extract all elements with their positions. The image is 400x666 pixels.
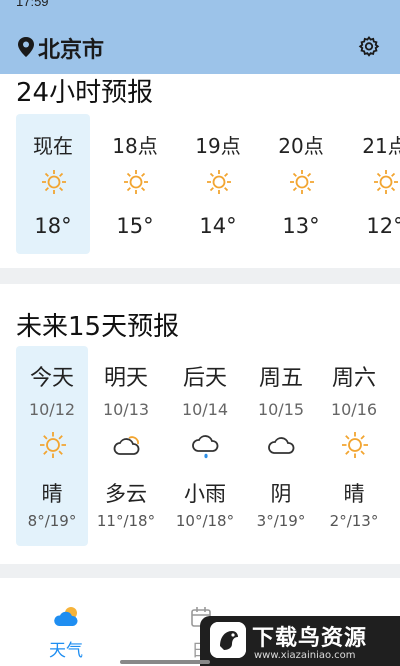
daily-forecast-strip[interactable]: 今天 10/12 晴 8°/19° 明天 10/13 多云 11°/18° 后天…: [0, 346, 400, 550]
day-name: 今天: [29, 366, 74, 391]
day-name: 周五: [258, 366, 303, 391]
daily-title: 未来15天预报: [16, 312, 180, 342]
tab-label: 天气: [49, 641, 83, 661]
sun-icon: [207, 170, 231, 194]
day-condition: 阴: [270, 482, 292, 506]
day-temp-range: 2°/13°: [329, 512, 379, 530]
hourly-item: 19点 14°: [181, 114, 255, 254]
cloud-icon: [268, 437, 295, 454]
hour-label: 19点: [195, 134, 241, 158]
home-indicator: [120, 660, 210, 664]
watermark-title: 下载鸟资源: [252, 626, 368, 651]
hour-label: 现在: [33, 134, 73, 158]
sun-icon: [124, 170, 148, 194]
hour-label: 20点: [278, 134, 324, 158]
sun-icon: [290, 170, 314, 194]
day-condition: 多云: [105, 482, 147, 506]
partly-cloudy-icon: [113, 436, 140, 455]
bird-logo-icon: [210, 622, 246, 658]
status-time: 17:59: [16, 0, 49, 9]
tab-weather[interactable]: 天气: [6, 588, 126, 666]
sun-icon: [342, 432, 368, 458]
section-divider: [0, 564, 400, 578]
hour-label: 21点: [362, 134, 400, 158]
gear-icon[interactable]: [357, 35, 381, 59]
hour-temp: 15°: [116, 214, 154, 238]
day-name: 周六: [331, 366, 376, 391]
day-date: 10/14: [181, 400, 229, 419]
day-temp-range: 8°/19°: [27, 512, 77, 530]
day-condition: 小雨: [184, 482, 226, 506]
daily-item[interactable]: 今天 10/12 晴 8°/19°: [16, 346, 88, 546]
hour-temp: 13°: [282, 214, 320, 238]
hourly-item: 21点 12°: [348, 114, 400, 254]
daily-item[interactable]: 周五 10/15 阴 3°/19°: [245, 346, 317, 546]
day-name: 明天: [103, 366, 148, 391]
hour-label: 18点: [112, 134, 158, 158]
day-date: 10/15: [257, 400, 305, 419]
status-bar: 17:59: [0, 0, 400, 10]
sun-icon: [40, 432, 66, 458]
day-date: 10/16: [330, 400, 378, 419]
hour-temp: 18°: [34, 214, 72, 238]
hour-temp: 14°: [199, 214, 237, 238]
sun-icon: [374, 170, 398, 194]
daily-item[interactable]: 明天 10/13 多云 11°/18°: [90, 346, 162, 546]
day-condition: 晴: [343, 482, 365, 506]
daily-item[interactable]: 后天 10/14 小雨 10°/18°: [169, 346, 241, 546]
app-header: 北京市: [0, 10, 400, 74]
rain-icon: [192, 435, 219, 459]
section-divider: [0, 268, 400, 284]
hourly-forecast-strip[interactable]: 现在 18° 18点 15° 19点 14° 20点 13° 21点 12°: [0, 114, 400, 258]
pin-icon: [18, 37, 34, 57]
day-temp-range: 11°/18°: [96, 512, 156, 530]
hourly-title: 24小时预报: [16, 78, 154, 108]
watermark-url: www.xiazainiao.com: [254, 650, 356, 661]
watermark-badge: 下载鸟资源 www.xiazainiao.com: [200, 616, 400, 666]
daily-item[interactable]: 周六 10/16 晴 2°/13°: [318, 346, 390, 546]
day-date: 10/12: [28, 400, 76, 419]
hourly-item: 现在 18°: [16, 114, 90, 254]
hourly-item: 18点 15°: [98, 114, 172, 254]
day-condition: 晴: [41, 482, 63, 506]
hour-temp: 12°: [366, 214, 400, 238]
day-name: 后天: [182, 366, 227, 391]
city-name[interactable]: 北京市: [38, 32, 104, 64]
day-date: 10/13: [102, 400, 150, 419]
hourly-item: 20点 13°: [264, 114, 338, 254]
weather-icon: [54, 607, 78, 626]
day-temp-range: 10°/18°: [175, 512, 235, 530]
day-temp-range: 3°/19°: [256, 512, 306, 530]
sun-icon: [42, 170, 66, 194]
